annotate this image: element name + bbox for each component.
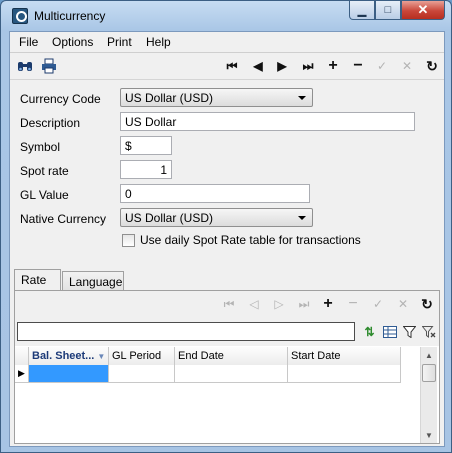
post-edit-icon[interactable]: ✓ [369,295,387,313]
previous-record-icon[interactable]: ◀ [249,57,267,75]
table-row[interactable]: ▶ [15,365,401,383]
vertical-scrollbar[interactable]: ▲ ▼ [420,347,437,443]
spot-rate-input[interactable]: 1 [120,160,172,179]
column-header-label: Bal. Sheet... [32,350,95,362]
currency-code-value: US Dollar (USD) [125,91,214,105]
sort-icon[interactable]: ⇅ [361,323,378,340]
description-label: Description [20,116,81,130]
title-bar[interactable]: Multicurrency ▁ □ ✕ [1,1,451,31]
refresh-icon[interactable]: ↻ [418,295,436,313]
next-record-icon[interactable]: ▷ [270,295,288,313]
rate-grid: Bal. Sheet... ▼ GL Period End Date Start… [15,347,439,443]
scroll-down-icon[interactable]: ▼ [421,427,437,443]
column-header-bal-sheet[interactable]: Bal. Sheet... ▼ [29,347,109,365]
table-cell[interactable] [109,365,175,383]
menu-help[interactable]: Help [146,35,171,49]
menu-bar: File Options Print Help [10,32,444,53]
daily-spot-rate-checkbox[interactable] [122,234,135,247]
table-cell[interactable] [29,365,109,383]
add-record-icon[interactable]: + [319,295,337,313]
symbol-label: Symbol [20,140,61,154]
filter-row: ⇅ [15,318,439,346]
native-currency-select[interactable]: US Dollar (USD) [120,208,313,227]
chevron-down-icon [298,216,306,220]
currency-form: Currency Code US Dollar (USD) Descriptio… [10,80,444,264]
window-title: Multicurrency [34,9,106,23]
column-header-end-date[interactable]: End Date [175,347,288,365]
grid-header: Bal. Sheet... ▼ GL Period End Date Start… [15,347,401,365]
refresh-icon[interactable]: ↻ [423,57,441,75]
cancel-edit-icon[interactable]: ✕ [394,295,412,313]
client-area: File Options Print Help ⏮ ◀ ▶ ⏭ + − ✓ ✕ … [9,31,445,447]
native-currency-label: Native Currency [20,212,107,226]
first-record-icon[interactable]: ⏮ [220,295,238,313]
scroll-thumb[interactable] [422,364,436,382]
filter-icon[interactable] [401,323,418,340]
post-edit-icon[interactable]: ✓ [373,57,391,75]
gl-value-label: GL Value [20,188,69,202]
caption-buttons: ▁ □ ✕ [349,1,445,21]
chevron-down-icon [298,96,306,100]
next-record-icon[interactable]: ▶ [273,57,291,75]
add-record-icon[interactable]: + [324,57,342,75]
rate-tab-panel: ⏮ ◁ ▷ ⏭ + − ✓ ✕ ↻ ⇅ Bal. Sheet... ▼ GL P… [14,290,440,444]
delete-record-icon[interactable]: − [344,295,362,313]
gl-value-input[interactable]: 0 [120,184,310,203]
table-cell[interactable] [175,365,288,383]
previous-record-icon[interactable]: ◁ [245,295,263,313]
tab-language[interactable]: Language [62,271,124,290]
scroll-up-icon[interactable]: ▲ [421,347,437,363]
currency-code-select[interactable]: US Dollar (USD) [120,88,313,107]
close-button[interactable]: ✕ [401,1,445,20]
tab-rate[interactable]: Rate [14,269,61,290]
cancel-edit-icon[interactable]: ✕ [398,57,416,75]
multicurrency-window: Multicurrency ▁ □ ✕ File Options Print H… [0,0,452,453]
spot-rate-label: Spot rate [20,164,69,178]
filter-input[interactable] [17,322,355,341]
menu-file[interactable]: File [19,35,38,49]
minimize-button[interactable]: ▁ [349,1,375,20]
first-record-icon[interactable]: ⏮ [223,57,241,75]
menu-options[interactable]: Options [52,35,93,49]
binoculars-icon[interactable] [16,57,34,75]
description-input[interactable]: US Dollar [120,112,415,131]
last-record-icon[interactable]: ⏭ [295,295,313,313]
clear-filter-icon[interactable] [420,323,437,340]
current-row-icon: ▶ [15,365,29,383]
app-icon [12,8,28,24]
menu-print[interactable]: Print [107,35,132,49]
main-toolbar: ⏮ ◀ ▶ ⏭ + − ✓ ✕ ↻ [10,53,444,80]
daily-spot-rate-label[interactable]: Use daily Spot Rate table for transactio… [140,233,361,247]
rate-toolbar: ⏮ ◁ ▷ ⏭ + − ✓ ✕ ↻ [15,291,439,318]
column-header-start-date[interactable]: Start Date [288,347,401,365]
sort-down-icon: ▼ [97,352,106,361]
maximize-button[interactable]: □ [375,1,401,20]
tab-strip: Rate Language [10,269,444,290]
last-record-icon[interactable]: ⏭ [299,57,317,75]
columns-icon[interactable] [381,323,398,340]
table-cell[interactable] [288,365,401,383]
row-indicator-header [15,347,29,365]
printer-icon[interactable] [40,57,58,75]
native-currency-value: US Dollar (USD) [125,211,214,225]
delete-record-icon[interactable]: − [349,57,367,75]
currency-code-label: Currency Code [20,92,101,106]
symbol-input[interactable]: $ [120,136,172,155]
column-header-gl-period[interactable]: GL Period [109,347,175,365]
